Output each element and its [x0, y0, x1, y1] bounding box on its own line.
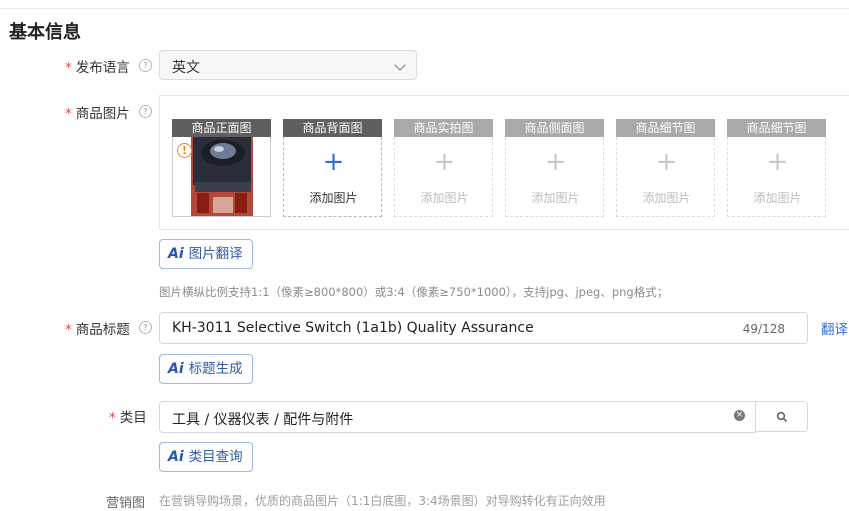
category-label: * 类目 [109, 410, 147, 426]
title-generate-button[interactable]: Ai 标题生成 [159, 354, 253, 384]
translate-link[interactable]: 翻译 [821, 318, 848, 338]
images-label: * 商品图片 [65, 106, 130, 122]
plus-icon: + [544, 147, 567, 177]
category-input[interactable]: 工具 / 仪器仪表 / 配件与附件 [159, 401, 756, 433]
image-slot-front[interactable]: 商品正面图 ! [172, 119, 271, 217]
language-select-value: 英文 [172, 60, 200, 76]
image-slot-real[interactable]: 商品实拍图 + 添加图片 [394, 119, 493, 217]
add-image-label: 添加图片 [642, 191, 691, 205]
ai-icon: Ai [168, 361, 184, 377]
marketing-label: 营销图 [106, 496, 146, 511]
top-divider [0, 8, 849, 9]
image-slot-title: 商品细节图 [727, 119, 826, 137]
image-upload-area[interactable]: + 添加图片 [616, 137, 715, 217]
image-slot-detail[interactable]: 商品细节图 + 添加图片 [616, 119, 715, 217]
add-image-label: 添加图片 [309, 191, 358, 205]
help-icon[interactable]: ? [139, 105, 152, 118]
title-input[interactable]: KH-3011 Selective Switch (1a1b) Quality … [159, 312, 808, 344]
image-slot-detail-2[interactable]: 商品细节图 + 添加图片 [727, 119, 826, 217]
image-slot-title: 商品背面图 [283, 119, 382, 137]
section-title: 基本信息 [9, 22, 81, 43]
search-icon [776, 411, 787, 422]
image-upload-area[interactable]: + 添加图片 [727, 137, 826, 217]
image-upload-area[interactable]: + 添加图片 [283, 137, 382, 217]
plus-icon: + [433, 147, 456, 177]
image-slot-side[interactable]: 商品侧面图 + 添加图片 [505, 119, 604, 217]
image-translate-button[interactable]: Ai 图片翻译 [159, 239, 253, 269]
image-slot-title: 商品实拍图 [394, 119, 493, 137]
image-upload-area[interactable]: + 添加图片 [394, 137, 493, 217]
plus-icon: + [766, 147, 789, 177]
image-format-hint: 图片横纵比例支持1:1（像素≥800*800）或3:4（像素≥750*1000）… [159, 285, 669, 299]
add-image-label: 添加图片 [420, 191, 469, 205]
title-input-value: KH-3011 Selective Switch (1a1b) Quality … [172, 320, 534, 336]
title-label: * 商品标题 [65, 322, 130, 338]
image-upload-area[interactable]: + 添加图片 [505, 137, 604, 217]
title-char-counter: 49/128 [742, 322, 785, 336]
category-search-button[interactable] [755, 401, 808, 432]
plus-icon: + [655, 147, 678, 177]
plus-icon: + [322, 147, 345, 177]
help-icon[interactable]: ? [139, 321, 152, 334]
image-slot-title: 商品侧面图 [505, 119, 604, 137]
language-label: * 发布语言 [65, 60, 130, 76]
ai-icon: Ai [168, 246, 184, 262]
add-image-label: 添加图片 [753, 191, 802, 205]
chevron-down-icon [394, 59, 406, 71]
warning-icon[interactable]: ! [177, 143, 192, 158]
category-lookup-button[interactable]: Ai 类目查询 [159, 442, 253, 472]
product-photo[interactable]: ! [172, 137, 271, 217]
clear-icon[interactable]: × [734, 410, 745, 421]
ai-icon: Ai [168, 449, 184, 465]
category-input-value: 工具 / 仪器仪表 / 配件与附件 [172, 412, 354, 428]
add-image-label: 添加图片 [531, 191, 580, 205]
image-slot-title: 商品细节图 [616, 119, 715, 137]
language-select[interactable]: 英文 [159, 50, 417, 80]
image-slot-title: 商品正面图 [172, 119, 271, 137]
help-icon[interactable]: ? [139, 59, 152, 72]
image-slot-back[interactable]: 商品背面图 + 添加图片 [283, 119, 382, 217]
